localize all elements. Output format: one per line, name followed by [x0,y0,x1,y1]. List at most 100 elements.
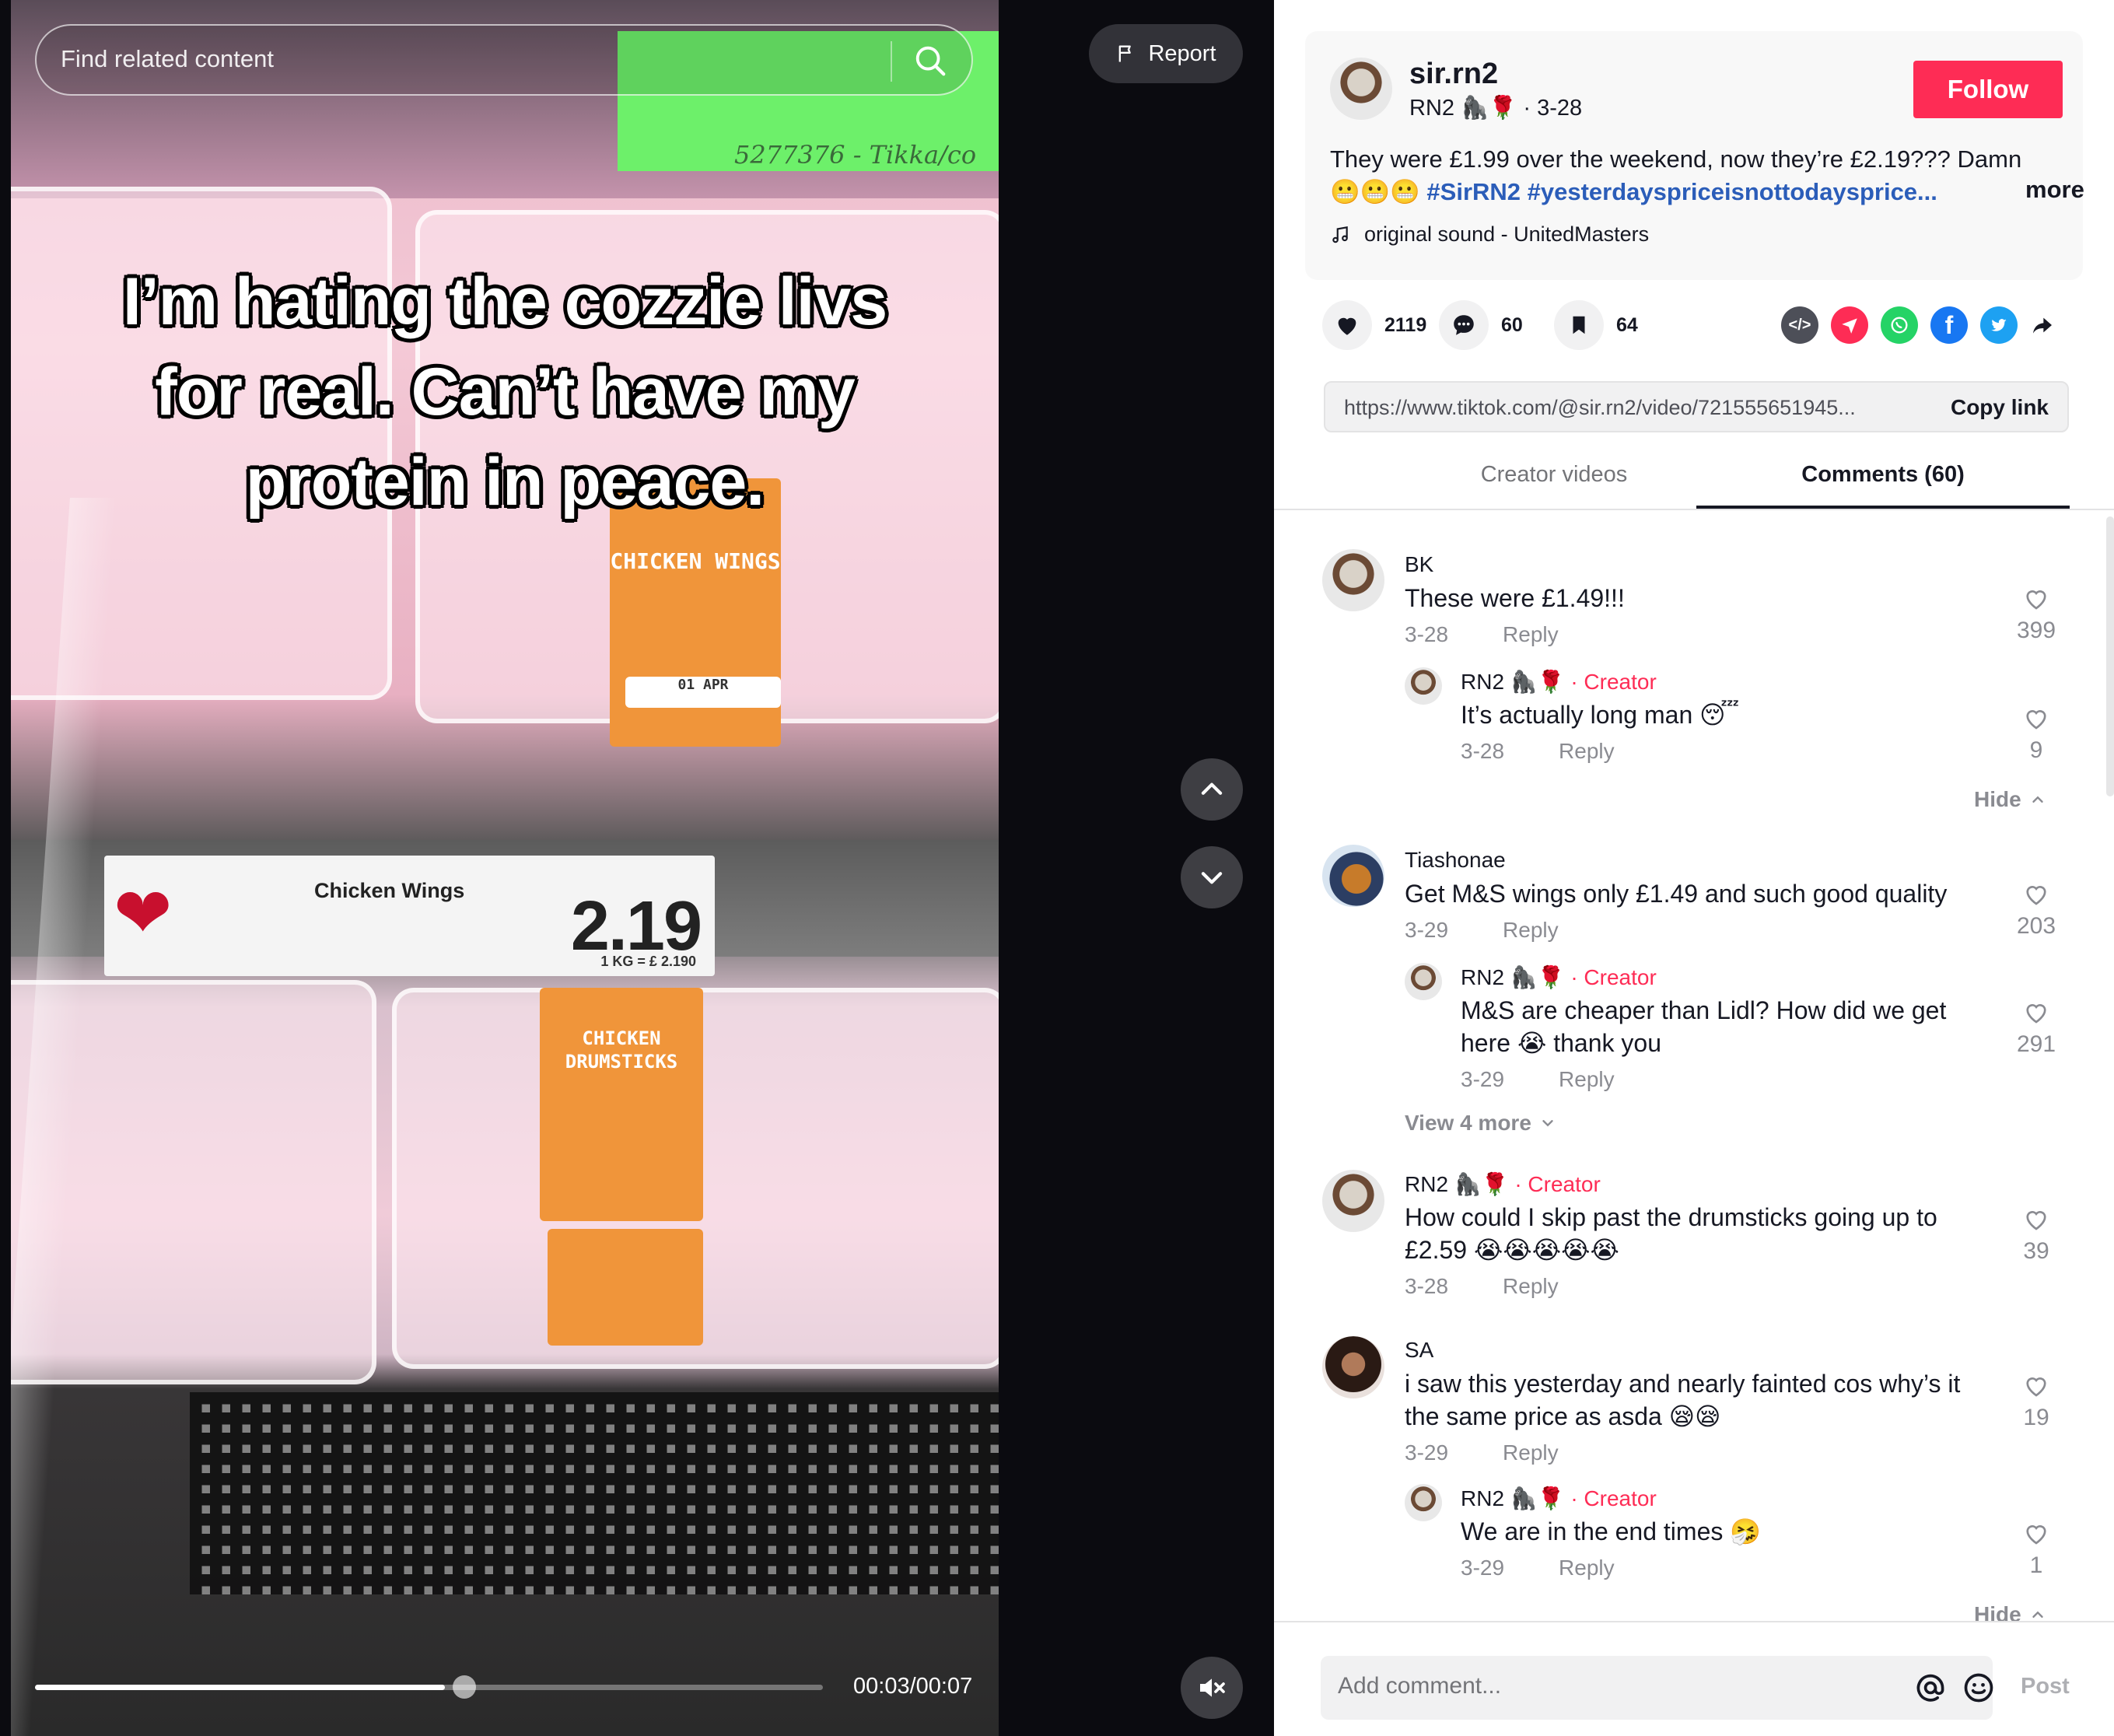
date-label: 01 APR [625,677,781,708]
comment-like-button[interactable]: 1 [2013,1520,2060,1579]
video-player[interactable]: 5277376 - Tikka/co CHICKEN WINGS 01 APR … [0,0,1274,1736]
comment-text: We are in the end times 🤧 [1461,1517,1762,1545]
commenter-avatar[interactable] [1405,1484,1442,1521]
flag-icon [1119,45,1132,62]
tab-comments[interactable]: Comments (60) [1696,462,2070,488]
hide-replies-button[interactable]: Hide [1974,1602,2046,1621]
mention-icon[interactable] [1913,1671,1948,1705]
creator-badge: · Creator [1514,1172,1601,1196]
twitter-icon[interactable] [1980,306,2018,344]
author-avatar[interactable] [1330,58,1392,120]
description-emojis: 😬😬😬 [1330,178,1420,205]
sidebar: sir.rn2 RN2 🦍🌹 · 3-28 Follow They were £… [1274,0,2114,1736]
comment-like-count: 9 [2029,737,2043,763]
comment-like-button[interactable]: 399 [2013,585,2060,644]
comment-username[interactable]: RN2 🦍🌹 · Creator [1461,669,1657,695]
commenter-avatar[interactable] [1322,1170,1384,1232]
reply-button[interactable]: Reply [1559,1067,1615,1091]
reply-button[interactable]: Reply [1503,918,1559,942]
save-button[interactable] [1554,300,1604,350]
copy-link-button[interactable]: Copy link [1951,395,2049,420]
post-date: 3-28 [1537,96,1583,121]
whatsapp-icon[interactable] [1881,306,1918,344]
comment-like-button[interactable]: 19 [2013,1372,2060,1431]
commenter-avatar[interactable] [1405,667,1442,705]
comment-username[interactable]: SA [1405,1338,1433,1363]
commenter-avatar[interactable] [1322,549,1384,611]
commenter-avatar[interactable] [1322,845,1384,907]
creator-badge: · Creator [1570,670,1657,694]
description-more-button[interactable]: more [2025,176,2084,204]
comment-input[interactable]: Add comment... [1321,1656,1993,1720]
search-divider [891,41,892,82]
emoji-icon[interactable] [1962,1671,1996,1705]
comment-list[interactable]: BK These were £1.49!!! 3-28 Reply 399 RN2… [1274,510,2114,1621]
video-time: 00:03/00:07 [853,1674,973,1699]
reply-button[interactable]: Reply [1559,1556,1615,1580]
next-video-button[interactable] [1181,846,1243,908]
author-meta: RN2 🦍🌹 · 3-28 [1409,95,1582,121]
comment-like-button[interactable]: 203 [2013,880,2060,940]
facebook-icon[interactable]: f [1930,306,1968,344]
comment-scrollbar[interactable] [2106,516,2114,796]
video-progress-bar[interactable] [35,1675,823,1699]
share-arrow-icon[interactable] [2024,306,2061,344]
chevron-up-icon [2032,796,2043,803]
union-heart-icon: ❤ [114,875,173,953]
follow-button[interactable]: Follow [1913,61,2063,118]
embed-icon[interactable]: </> [1781,306,1818,344]
comment-meta: 3-29 Reply [1461,1067,1615,1091]
action-bar: 2119 60 64 </> f [1322,300,2069,356]
product-label-drumsticks: CHICKEN DRUMSTICKS [540,988,703,1221]
comment-button[interactable] [1439,300,1489,350]
comment-like-button[interactable]: 291 [2013,999,2060,1058]
hashtag-links[interactable]: #SirRN2 #yesterdayspriceisnottodaysprice… [1426,178,1937,205]
comment-text: i saw this yesterday and nearly fainted … [1405,1370,1961,1430]
comment-like-count: 39 [2023,1238,2049,1264]
video-progress-thumb[interactable] [452,1675,476,1699]
reply-button[interactable]: Reply [1559,739,1615,763]
fridge-grille [190,1392,999,1594]
heart-outline-icon [2026,1377,2046,1397]
reply-button[interactable]: Reply [1503,1274,1559,1298]
share-link-url[interactable]: https://www.tiktok.com/@sir.rn2/video/72… [1344,396,1920,420]
comment-meta: 3-28 Reply [1461,739,1615,763]
comment-like-count: 399 [2016,618,2056,643]
price-card: ❤ Chicken Wings 2.19 1 KG = £ 2.190 [104,856,715,976]
report-button[interactable]: Report [1089,24,1243,83]
previous-video-button[interactable] [1181,758,1243,821]
price-card-product: Chicken Wings [314,879,465,902]
comment-action[interactable]: 60 [1439,300,1523,350]
send-icon[interactable] [1831,306,1868,344]
save-action[interactable]: 64 [1554,300,1638,350]
active-tab-indicator [1696,506,2070,509]
post-comment-button[interactable]: Post [2021,1674,2070,1699]
comment-username[interactable]: Tiashonae [1405,848,1506,873]
comment-like-count: 19 [2023,1405,2049,1430]
comment-like-button[interactable]: 39 [2013,1206,2060,1265]
view-more-replies-button[interactable]: View 4 more [1405,1111,1556,1136]
comment-username[interactable]: RN2 🦍🌹 · Creator [1461,1486,1657,1511]
search-icon[interactable] [912,43,948,79]
mute-button[interactable] [1181,1657,1243,1719]
search-placeholder: Find related content [61,45,275,72]
comment-username[interactable]: BK [1405,552,1433,577]
search-input[interactable]: Find related content [35,24,973,96]
comment-text: Get M&S wings only £1.49 and such good q… [1405,880,1948,908]
like-button[interactable] [1322,300,1372,350]
comment-username[interactable]: RN2 🦍🌹 · Creator [1461,964,1657,990]
video-progress-fill [35,1685,445,1690]
like-action[interactable]: 2119 [1322,300,1426,350]
commenter-avatar[interactable] [1322,1336,1384,1398]
comment-like-button[interactable]: 9 [2013,705,2060,764]
music-note-icon [1332,226,1348,243]
reply-button[interactable]: Reply [1503,1440,1559,1465]
author-username[interactable]: sir.rn2 [1409,58,1498,91]
share-link-box[interactable]: https://www.tiktok.com/@sir.rn2/video/72… [1324,381,2069,432]
commenter-avatar[interactable] [1405,963,1442,1000]
reply-button[interactable]: Reply [1503,622,1559,646]
sound-link[interactable]: original sound - UnitedMasters [1330,222,1649,247]
tab-creator-videos[interactable]: Creator videos [1274,462,1741,488]
comment-username[interactable]: RN2 🦍🌹 · Creator [1405,1171,1601,1197]
hide-replies-button[interactable]: Hide [1974,787,2046,812]
